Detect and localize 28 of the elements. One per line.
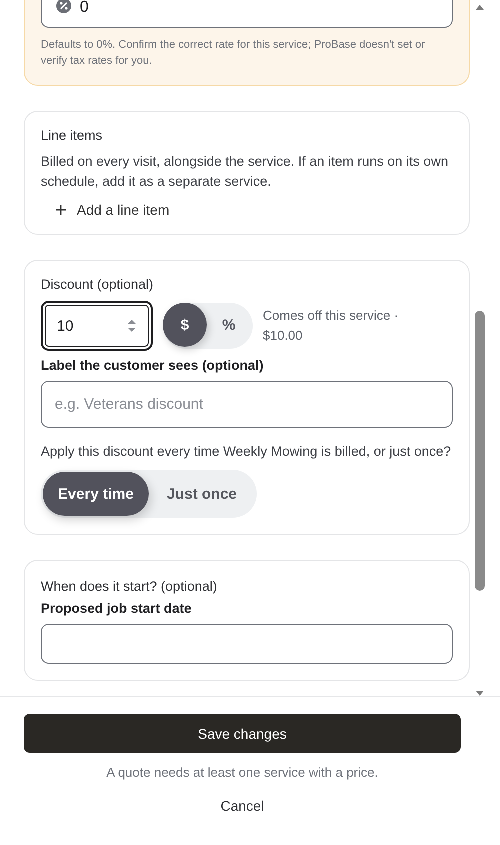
unit-option[interactable]: $: [163, 303, 207, 347]
discount-summary: Comes off this service · $10.00: [263, 307, 400, 345]
tax-hint: Defaults to 0%. Confirm the correct rate for this service; ProBase doesn't set or verify tax rates for you.: [41, 38, 426, 69]
customer-label-field[interactable]: e.g. Veterans discount: [41, 381, 453, 428]
add-line-item-button[interactable]: Add a line item: [41, 192, 184, 218]
field-label: Label the customer sees (optional): [41, 358, 265, 373]
scrollbar-thumb[interactable]: [475, 311, 485, 591]
cancel-button[interactable]: Cancel: [214, 797, 270, 815]
section-title: Line items: [41, 128, 104, 143]
discount-amount-field[interactable]: 10: [41, 301, 153, 351]
frequency-option[interactable]: Just once: [149, 472, 255, 516]
discount-question: Apply this discount every time Weekly Mowing is billed, or just once?: [41, 443, 452, 461]
validation-note: A quote needs at least one service with a price.: [106, 765, 378, 780]
frequency-option[interactable]: Every time: [43, 472, 149, 516]
scroll-up-icon[interactable]: [476, 5, 484, 11]
save-button[interactable]: Save changes: [24, 714, 461, 753]
tax-rate-field[interactable]: 0: [41, 0, 453, 28]
section-title: Discount (optional): [41, 277, 155, 292]
percent-badge-icon: [56, 0, 72, 14]
scroll-down-icon[interactable]: [476, 690, 484, 696]
field-label: Proposed job start date: [41, 601, 193, 616]
plus-icon: [55, 204, 67, 216]
start-date-field[interactable]: [41, 624, 453, 664]
section-description: Billed on every visit, alongside the service. If an item runs on its own schedule, add it as a separate service.: [41, 153, 450, 191]
field-value: 0: [80, 0, 89, 17]
spinner-arrows-icon[interactable]: [127, 318, 137, 334]
section-title: When does it start? (optional): [41, 579, 218, 594]
unit-option[interactable]: %: [207, 303, 251, 347]
